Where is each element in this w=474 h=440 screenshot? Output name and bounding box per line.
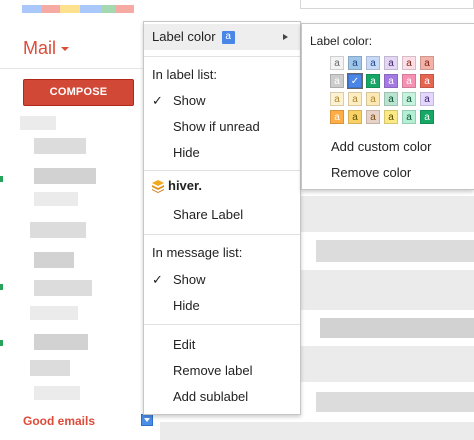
- logo-segment: [60, 5, 80, 13]
- logo-segment: [22, 5, 42, 13]
- blurred-message-row[interactable]: [316, 392, 474, 412]
- menu-item-label: Remove color: [331, 165, 412, 180]
- search-input[interactable]: [300, 0, 474, 9]
- menu-item-label: Share Label: [173, 207, 244, 222]
- color-swatch[interactable]: a: [330, 92, 344, 106]
- blurred-nav-item[interactable]: [34, 138, 86, 154]
- label-color-marker: [0, 176, 3, 182]
- blurred-nav-item[interactable]: [30, 306, 78, 320]
- mail-app-switcher[interactable]: Mail: [23, 38, 70, 59]
- label-color-marker: [0, 284, 3, 290]
- menu-item-remove-color[interactable]: Remove color: [302, 161, 474, 185]
- checkmark-icon: ✓: [152, 93, 163, 108]
- menu-item-share-label[interactable]: Share Label: [144, 202, 300, 228]
- caret-down-icon: [61, 47, 70, 52]
- menu-item-message-list-hide[interactable]: Hide: [144, 293, 300, 319]
- menu-item-label: Remove label: [173, 363, 253, 378]
- color-swatch[interactable]: a: [366, 110, 380, 124]
- color-swatch[interactable]: a: [348, 56, 362, 70]
- color-swatch[interactable]: a: [330, 56, 344, 70]
- color-swatch[interactable]: a: [348, 92, 362, 106]
- menu-item-add-sublabel[interactable]: Add sublabel: [144, 384, 300, 410]
- menu-separator: [144, 170, 300, 171]
- blurred-nav-item[interactable]: [34, 168, 96, 184]
- hiver-brand-label: hiver.: [168, 178, 202, 193]
- color-swatch[interactable]: a: [420, 110, 434, 124]
- color-swatch[interactable]: a: [384, 56, 398, 70]
- label-options-menu: Label color a In label list: ✓ Show Show …: [143, 21, 301, 415]
- menu-item-label: Show: [173, 272, 206, 287]
- checkmark-icon: ✓: [152, 272, 163, 287]
- hiver-logo-icon: [152, 180, 164, 193]
- menu-item-label: Show if unread: [173, 119, 260, 134]
- menu-section-in-label-list: In label list:: [152, 67, 218, 82]
- color-swatch-selected[interactable]: ✓: [347, 73, 363, 89]
- menu-item-edit[interactable]: Edit: [144, 332, 300, 358]
- color-swatch[interactable]: a: [402, 110, 416, 124]
- menu-item-remove-label[interactable]: Remove label: [144, 358, 300, 384]
- compose-button[interactable]: COMPOSE: [23, 79, 134, 106]
- menu-item-label: Add sublabel: [173, 389, 249, 404]
- blurred-nav-item[interactable]: [30, 360, 70, 376]
- menu-separator: [144, 56, 300, 57]
- blurred-nav-item[interactable]: [30, 222, 86, 238]
- color-swatch[interactable]: a: [402, 74, 416, 88]
- menu-item-label-list-show[interactable]: ✓ Show: [144, 88, 300, 114]
- blurred-nav-item[interactable]: [34, 334, 88, 350]
- blurred-message-row[interactable]: [300, 346, 474, 382]
- hiver-section-header: hiver.: [144, 174, 300, 198]
- submenu-arrow-icon: [283, 34, 288, 40]
- menu-item-label: Hide: [173, 145, 200, 160]
- blurred-message-row[interactable]: [300, 270, 474, 310]
- color-swatch[interactable]: a: [384, 110, 398, 124]
- color-swatch[interactable]: a: [330, 74, 344, 88]
- color-swatch[interactable]: a: [366, 74, 380, 88]
- color-swatch[interactable]: a: [330, 110, 344, 124]
- blurred-message-row[interactable]: [316, 240, 474, 262]
- menu-separator: [144, 324, 300, 325]
- color-swatch[interactable]: a: [420, 92, 434, 106]
- color-swatch[interactable]: a: [366, 56, 380, 70]
- blurred-message-row[interactable]: [300, 196, 474, 232]
- color-swatch[interactable]: a: [402, 56, 416, 70]
- menu-item-label: Show: [173, 93, 206, 108]
- blurred-message-row[interactable]: [160, 422, 474, 440]
- label-color-marker: [0, 340, 3, 346]
- logo-segment: [116, 5, 134, 13]
- blurred-nav-item[interactable]: [20, 116, 56, 130]
- label-color-header: Label color:: [310, 34, 373, 48]
- color-swatch[interactable]: a: [384, 74, 398, 88]
- color-swatch[interactable]: a: [366, 92, 380, 106]
- google-logo: [22, 0, 140, 13]
- blurred-nav-item[interactable]: [34, 280, 92, 296]
- blurred-message-row[interactable]: [320, 318, 474, 338]
- blurred-nav-item[interactable]: [34, 386, 80, 400]
- menu-item-label: Hide: [173, 298, 200, 313]
- menu-item-add-custom-color[interactable]: Add custom color: [302, 135, 474, 159]
- color-swatch[interactable]: a: [420, 74, 434, 88]
- menu-item-label: Label color: [152, 29, 216, 44]
- color-swatch[interactable]: a: [420, 56, 434, 70]
- menu-separator: [144, 234, 300, 235]
- menu-item-label: Add custom color: [331, 139, 432, 154]
- menu-item-message-list-show[interactable]: ✓ Show: [144, 267, 300, 293]
- label-good-emails[interactable]: Good emails: [23, 414, 95, 428]
- menu-item-label-list-hide[interactable]: Hide: [144, 140, 300, 166]
- blurred-nav-item[interactable]: [34, 192, 78, 206]
- menu-item-label: Edit: [173, 337, 196, 352]
- mail-title-label: Mail: [23, 38, 57, 58]
- color-swatch[interactable]: a: [384, 92, 398, 106]
- logo-segment: [102, 5, 116, 13]
- label-color-submenu: Label color: a a a a a a a ✓ a a a a a a a a a a a a a a a a Ad…: [301, 23, 474, 190]
- menu-item-label-list-show-if-unread[interactable]: Show if unread: [144, 114, 300, 140]
- label-options-dropdown-button[interactable]: [141, 414, 153, 426]
- blurred-nav-item[interactable]: [34, 252, 74, 268]
- color-swatch[interactable]: a: [402, 92, 416, 106]
- logo-segment: [80, 5, 102, 13]
- menu-section-in-message-list: In message list:: [152, 245, 243, 260]
- menu-item-label-color[interactable]: Label color a: [144, 24, 300, 50]
- current-label-color-swatch: a: [221, 31, 235, 45]
- logo-segment: [42, 5, 60, 13]
- color-swatch[interactable]: a: [348, 110, 362, 124]
